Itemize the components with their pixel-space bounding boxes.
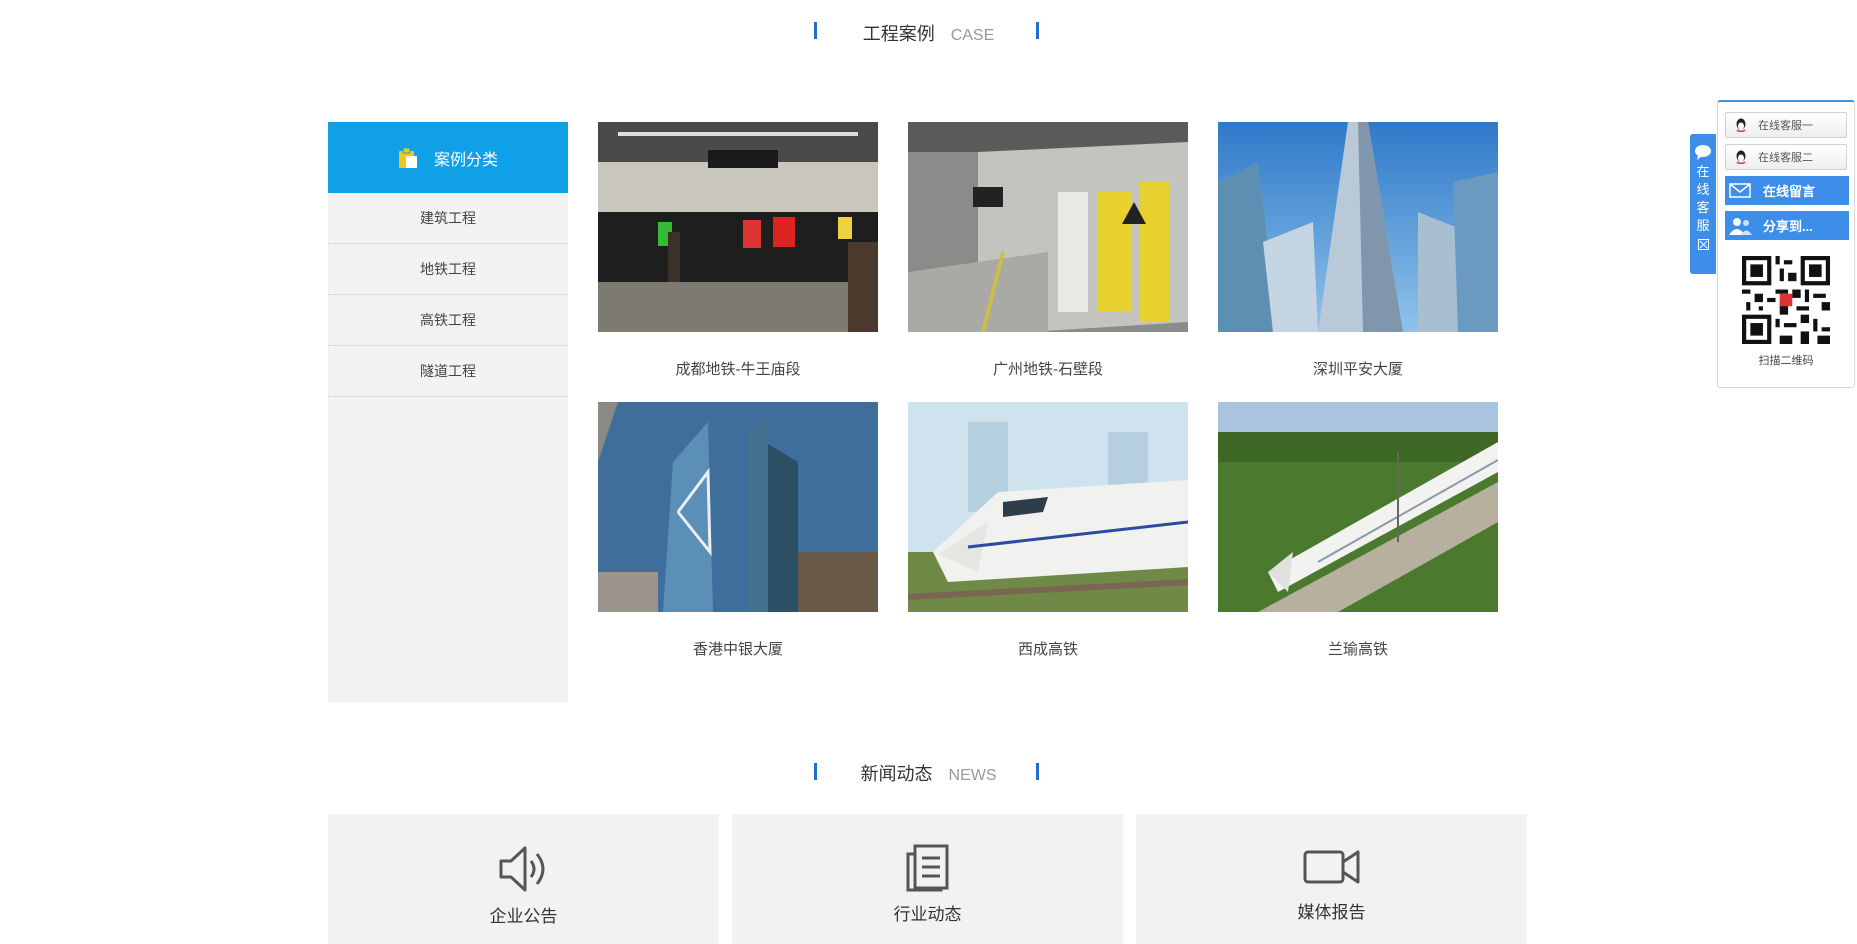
case-caption[interactable]: 兰瑜高铁 bbox=[1218, 638, 1498, 659]
case-card[interactable]: 西成高铁 bbox=[908, 402, 1188, 659]
case-card[interactable]: 成都地铁-牛王庙段 bbox=[598, 122, 878, 379]
news-card-label: 行业动态 bbox=[893, 905, 962, 924]
qr-label: 扫描二维码 bbox=[1758, 355, 1814, 367]
case-caption[interactable]: 香港中银大厦 bbox=[598, 638, 878, 659]
case-photo-subway-station[interactable] bbox=[598, 122, 878, 332]
cases-section-title: 工程案例 CASE bbox=[0, 20, 1857, 46]
cases-title-cn: 工程案例 bbox=[862, 24, 935, 44]
news-card-label: 企业公告 bbox=[489, 907, 558, 926]
speaker-icon bbox=[499, 846, 544, 892]
cases-title-en: CASE bbox=[950, 27, 995, 44]
news-card-media[interactable]: 媒体报告 bbox=[1136, 814, 1527, 944]
qr-code bbox=[1742, 256, 1830, 344]
case-photo-ping-an-tower[interactable] bbox=[1218, 122, 1498, 332]
sidebar-item-high-speed-rail[interactable]: 高铁工程 bbox=[328, 295, 568, 346]
case-card[interactable]: 香港中银大厦 bbox=[598, 402, 878, 659]
qq-service-two-button[interactable]: 在线客服二 bbox=[1725, 144, 1847, 170]
leave-message-button[interactable]: 在线留言 bbox=[1725, 176, 1849, 205]
case-card[interactable]: 广州地铁-石壁段 bbox=[908, 122, 1188, 379]
case-photo-high-speed-train[interactable] bbox=[1218, 402, 1498, 612]
document-icon bbox=[906, 844, 948, 892]
case-caption[interactable]: 广州地铁-石壁段 bbox=[908, 358, 1188, 379]
sidebar-heading: 案例分类 bbox=[328, 122, 568, 193]
news-title-right-bar bbox=[1036, 763, 1039, 780]
title-right-bar bbox=[1036, 22, 1039, 39]
sidebar-heading-label: 案例分类 bbox=[433, 151, 498, 169]
qq-service-one-button[interactable]: 在线客服一 bbox=[1725, 112, 1847, 138]
news-title-cn: 新闻动态 bbox=[860, 764, 933, 784]
case-photo-crh-train[interactable] bbox=[908, 402, 1188, 612]
share-button[interactable]: 分享到... bbox=[1725, 211, 1849, 240]
clipboard-icon bbox=[398, 147, 417, 168]
tab-char: 线 bbox=[1696, 182, 1710, 197]
close-icon[interactable] bbox=[1697, 239, 1709, 250]
news-title-en: NEWS bbox=[948, 767, 997, 784]
case-card[interactable]: 深圳平安大厦 bbox=[1218, 122, 1498, 379]
chat-bubble-icon bbox=[1695, 145, 1711, 160]
case-photo-boc-tower[interactable] bbox=[598, 402, 878, 612]
users-icon bbox=[1729, 217, 1752, 235]
tab-char: 服 bbox=[1696, 218, 1710, 233]
qq-penguin-icon bbox=[1736, 118, 1746, 132]
news-card-announcements[interactable]: 企业公告 bbox=[328, 814, 719, 944]
case-card[interactable]: 兰瑜高铁 bbox=[1218, 402, 1498, 659]
sidebar-item-subway[interactable]: 地铁工程 bbox=[328, 244, 568, 295]
sidebar-item-tunnel[interactable]: 隧道工程 bbox=[328, 346, 568, 397]
news-card-industry[interactable]: 行业动态 bbox=[732, 814, 1123, 944]
case-caption[interactable]: 深圳平安大厦 bbox=[1218, 358, 1498, 379]
case-caption[interactable]: 成都地铁-牛王庙段 bbox=[598, 358, 878, 379]
tab-char: 在 bbox=[1696, 164, 1710, 179]
video-camera-icon bbox=[1303, 850, 1359, 884]
online-service-panel: 在线客服一 在线客服二 在线留言 分享到... 扫描二维码 bbox=[1717, 100, 1855, 388]
news-section-title: 新闻动态 NEWS bbox=[0, 760, 1857, 786]
case-caption[interactable]: 西成高铁 bbox=[908, 638, 1188, 659]
qq-penguin-icon bbox=[1736, 150, 1746, 164]
case-photo-subway-platform[interactable] bbox=[908, 122, 1188, 332]
online-service-tab[interactable]: 在 线 客 服 bbox=[1690, 134, 1716, 274]
envelope-icon bbox=[1729, 183, 1751, 198]
tab-char: 客 bbox=[1696, 200, 1710, 215]
sidebar-item-architecture[interactable]: 建筑工程 bbox=[328, 193, 568, 244]
case-category-sidebar: 案例分类 建筑工程 地铁工程 高铁工程 隧道工程 bbox=[328, 122, 568, 702]
news-card-label: 媒体报告 bbox=[1297, 903, 1366, 922]
